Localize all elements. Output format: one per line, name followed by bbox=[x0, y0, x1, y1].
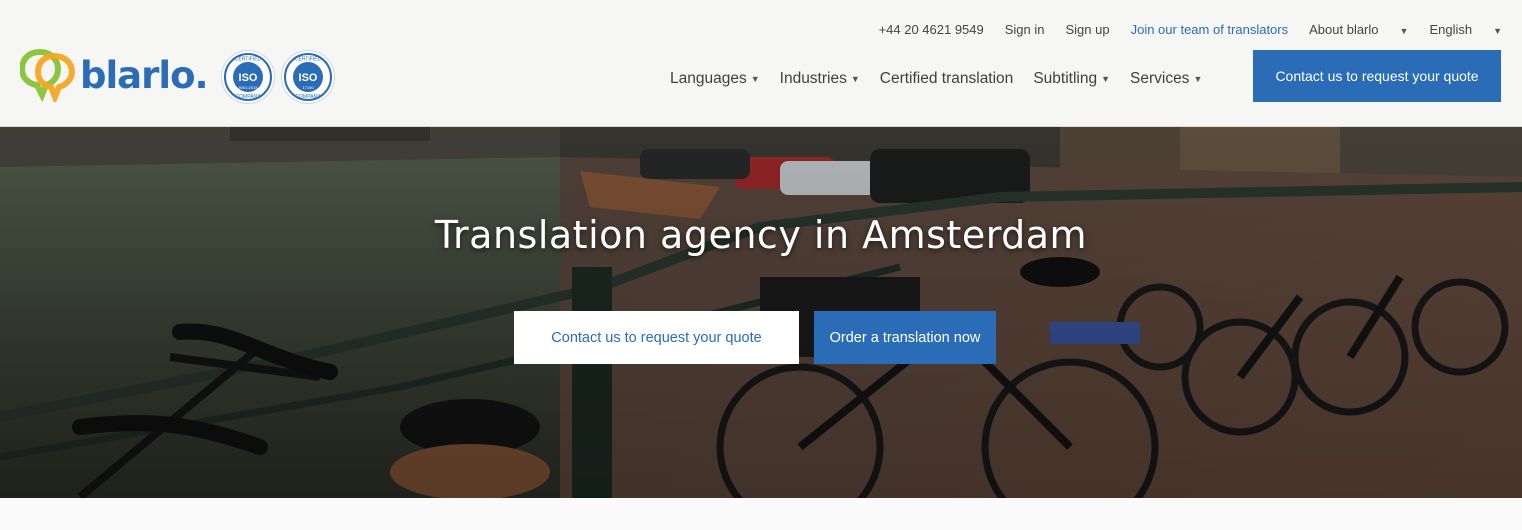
about-dropdown[interactable]: About blarlo ▼ bbox=[1309, 22, 1408, 37]
badge-bottom-text: COMPANY bbox=[296, 94, 322, 100]
nav-certified-label: Certified translation bbox=[879, 70, 1014, 87]
badge-main-text: ISO bbox=[239, 72, 258, 84]
caret-down-icon: ▼ bbox=[1399, 26, 1409, 36]
nav-industries[interactable]: Industries ▼ bbox=[780, 70, 860, 88]
badge-top-text: CERTIFIED bbox=[235, 57, 262, 63]
phone-link[interactable]: +44 20 4621 9549 bbox=[879, 22, 984, 37]
nav-languages[interactable]: Languages ▼ bbox=[670, 70, 760, 88]
main-nav: Languages ▼ Industries ▼ Certified transla… bbox=[670, 70, 1222, 88]
nav-certified-translation[interactable]: Certified translation bbox=[880, 70, 1014, 88]
language-dropdown[interactable]: English ▼ bbox=[1429, 22, 1502, 37]
iso-9001-badge: CERTIFIED ISO 9001:2015 COMPANY bbox=[221, 50, 275, 104]
about-label: About blarlo bbox=[1309, 22, 1379, 37]
caret-down-icon: ▼ bbox=[750, 74, 760, 84]
speech-bubbles-logo-icon bbox=[20, 48, 76, 102]
blarlo-logo[interactable]: blarlo. bbox=[20, 48, 209, 102]
hero-order-button[interactable]: Order a translation now bbox=[814, 311, 996, 364]
hero-banner: Translation agency in Amsterdam Contact … bbox=[0, 127, 1522, 498]
top-links: +44 20 4621 9549 Sign in Sign up Join ou… bbox=[858, 22, 1502, 37]
sign-up-link[interactable]: Sign up bbox=[1066, 22, 1110, 37]
caret-down-icon: ▼ bbox=[1193, 74, 1203, 84]
badge-bottom-text: COMPANY bbox=[236, 94, 262, 100]
header-quote-button[interactable]: Contact us to request your quote bbox=[1253, 50, 1501, 102]
nav-services-label: Services bbox=[1130, 70, 1190, 87]
badge-top-text: CERTIFIED bbox=[295, 57, 322, 63]
badge-code-text: 9001:2015 bbox=[239, 85, 259, 90]
site-header: blarlo. CERTIFIED ISO 9001:2015 COMPANY … bbox=[0, 0, 1522, 127]
nav-languages-label: Languages bbox=[670, 70, 747, 87]
nav-industries-label: Industries bbox=[779, 70, 847, 87]
join-translators-link[interactable]: Join our team of translators bbox=[1131, 22, 1289, 37]
caret-down-icon: ▼ bbox=[850, 74, 860, 84]
nav-services[interactable]: Services ▼ bbox=[1130, 70, 1202, 88]
nav-subtitling-label: Subtitling bbox=[1033, 70, 1098, 87]
sign-in-link[interactable]: Sign in bbox=[1005, 22, 1045, 37]
language-label: English bbox=[1429, 22, 1473, 37]
brand-name: blarlo. bbox=[80, 53, 209, 97]
badge-code-text: 17100 bbox=[302, 85, 314, 90]
caret-down-icon: ▼ bbox=[1493, 26, 1502, 36]
hero-quote-button[interactable]: Contact us to request your quote bbox=[514, 311, 799, 364]
nav-subtitling[interactable]: Subtitling ▼ bbox=[1033, 70, 1110, 88]
iso-17100-badge: CERTIFIED ISO 17100 COMPANY bbox=[281, 50, 335, 104]
page-content-area bbox=[0, 498, 1522, 530]
caret-down-icon: ▼ bbox=[1101, 74, 1110, 84]
badge-main-text: ISO bbox=[299, 72, 318, 84]
hero-title: Translation agency in Amsterdam bbox=[434, 213, 1088, 257]
